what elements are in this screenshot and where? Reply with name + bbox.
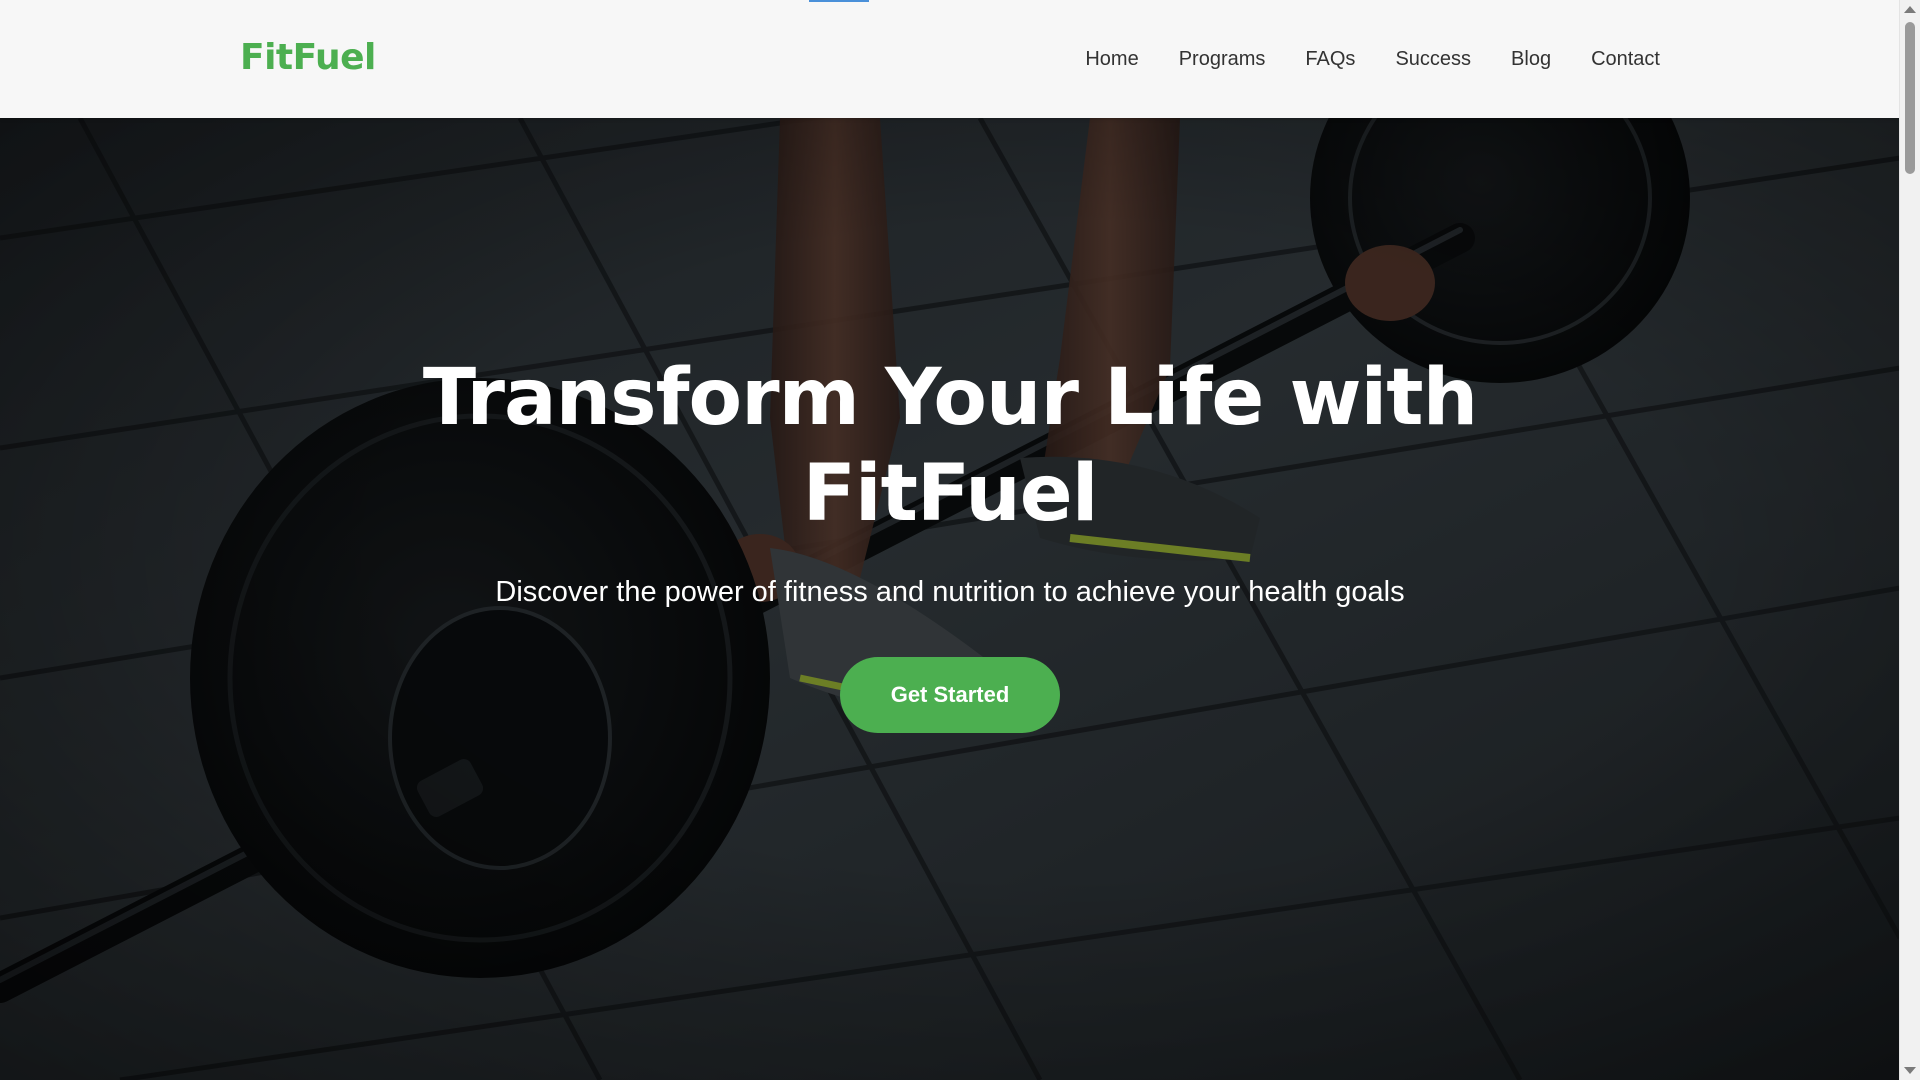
nav-link-contact[interactable]: Contact xyxy=(1591,42,1660,76)
nav-menu: Home Programs FAQs Success Blog Contact xyxy=(1045,42,1660,76)
logo[interactable]: FitFuel xyxy=(240,33,376,83)
scroll-up-arrow-icon[interactable] xyxy=(1904,6,1916,13)
nav-link-blog[interactable]: Blog xyxy=(1511,42,1551,76)
hero-subtitle: Discover the power of fitness and nutrit… xyxy=(495,576,1405,608)
nav-link-success[interactable]: Success xyxy=(1395,42,1471,76)
scroll-down-arrow-icon[interactable] xyxy=(1904,1067,1916,1074)
page: FitFuel Home Programs FAQs Success Blog … xyxy=(0,0,1920,1080)
navbar: FitFuel Home Programs FAQs Success Blog … xyxy=(0,0,1900,118)
nav-top-accent xyxy=(809,0,869,2)
page-scrollbar[interactable] xyxy=(1899,0,1920,1080)
nav-link-home[interactable]: Home xyxy=(1085,42,1138,76)
hero-section: Transform Your Life with FitFuel Discove… xyxy=(0,118,1900,1080)
hero-title: Transform Your Life with FitFuel xyxy=(422,353,1478,539)
scroll-thumb[interactable] xyxy=(1905,22,1915,174)
get-started-button[interactable]: Get Started xyxy=(840,657,1060,733)
nav-link-programs[interactable]: Programs xyxy=(1179,42,1266,76)
nav-link-faqs[interactable]: FAQs xyxy=(1305,42,1355,76)
